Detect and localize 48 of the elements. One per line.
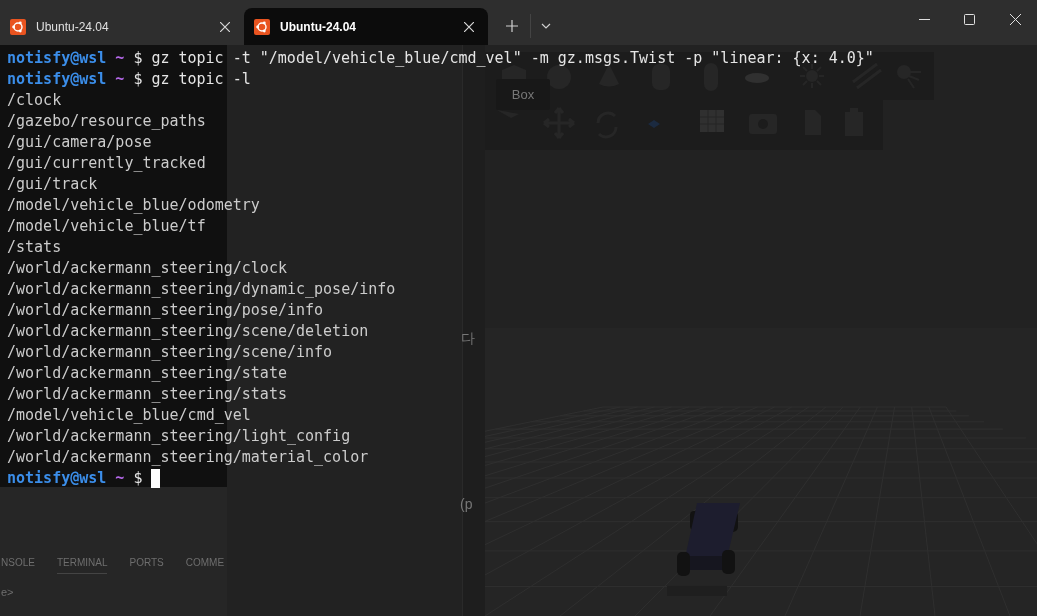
output-line: /world/ackermann_steering/scene/info	[7, 342, 333, 363]
close-icon[interactable]	[464, 21, 474, 32]
output-line: /model/vehicle_blue/odometry	[7, 195, 260, 216]
output-line: /clock	[7, 90, 62, 111]
prompt-symbol: $	[133, 468, 143, 489]
tooltip: Box	[496, 79, 550, 110]
window-tab[interactable]: Ubuntu-24.04	[244, 8, 488, 45]
caret-icon[interactable]	[541, 22, 551, 29]
output-line: /world/ackermann_steering/clock	[7, 258, 287, 279]
prompt-directory: ~	[115, 48, 125, 69]
close-icon[interactable]	[1010, 14, 1021, 25]
output-line: /gui/camera/pose	[7, 132, 152, 153]
panel-tab[interactable]: PORTS	[129, 555, 164, 574]
panel-prompt-text: e>	[1, 585, 14, 600]
panel-tab[interactable]: COMME	[185, 555, 225, 574]
ubuntu-logo-icon	[254, 18, 270, 35]
output-line: /world/ackermann_steering/scene/deletion	[7, 321, 369, 342]
prompt-symbol: $	[133, 48, 143, 69]
output-line: /world/ackermann_steering/light_config	[7, 426, 351, 447]
prompt-symbol: $	[133, 69, 143, 90]
output-line: /gui/currently_tracked	[7, 153, 206, 174]
panel-tab[interactable]: TERMINAL	[56, 555, 108, 574]
background-text: (p	[460, 495, 473, 514]
snap-icon[interactable]	[648, 120, 660, 128]
output-line: /world/ackermann_steering/pose/info	[7, 300, 324, 321]
maximize-icon[interactable]	[964, 14, 975, 25]
output-line: /world/ackermann_steering/stats	[7, 384, 287, 405]
output-line: /stats	[7, 237, 62, 258]
new-tab-icon[interactable]	[506, 19, 518, 32]
ubuntu-logo-icon	[10, 18, 26, 35]
close-icon[interactable]	[220, 21, 230, 32]
prompt-user: notisfy@wsl	[7, 468, 107, 489]
prompt-user: notisfy@wsl	[7, 69, 107, 90]
prompt-directory: ~	[115, 468, 125, 489]
output-line: /model/vehicle_blue/tf	[7, 216, 206, 237]
background-text: 다	[461, 329, 475, 348]
prompt-directory: ~	[115, 69, 125, 90]
output-line: /world/ackermann_steering/state	[7, 363, 287, 384]
command-text: gz topic -t "/model/vehicle_blue/cmd_vel" -m gz.msgs.Twist -p "linear: {x: 4.0}"	[151, 48, 874, 69]
output-line: /gui/track	[7, 174, 98, 195]
window-tab[interactable]: Ubuntu-24.04	[0, 8, 244, 45]
prompt-user: notisfy@wsl	[7, 48, 107, 69]
output-line: /gazebo/resource_paths	[7, 111, 206, 132]
output-line: /model/vehicle_blue/cmd_vel	[7, 405, 251, 426]
output-line: /world/ackermann_steering/material_color	[7, 447, 369, 468]
output-line: /world/ackermann_steering/dynamic_pose/info	[7, 279, 396, 300]
panel-tab[interactable]: NSOLE	[1, 555, 35, 574]
command-text: gz topic -l	[151, 69, 251, 90]
